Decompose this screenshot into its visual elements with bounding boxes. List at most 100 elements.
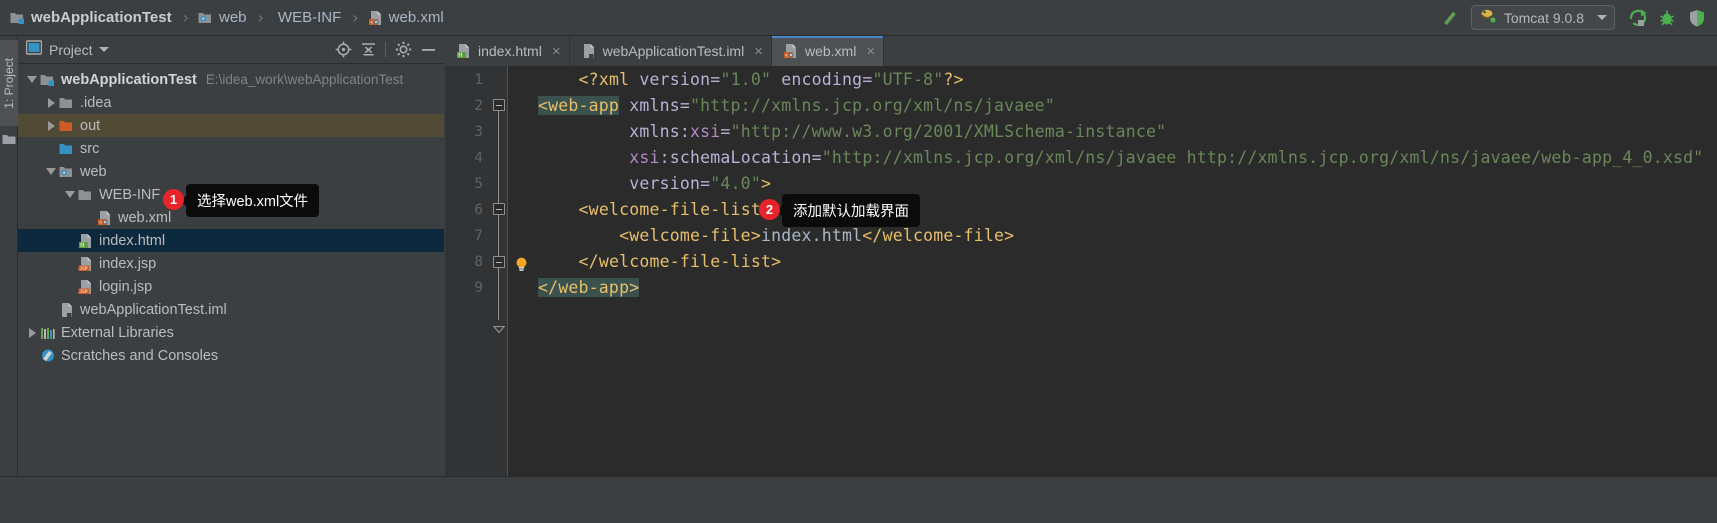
libraries-icon (40, 326, 56, 340)
code-token: :schemaLocation= (659, 148, 822, 167)
breadcrumb-item-web-inf[interactable]: WEB-INF (271, 0, 343, 35)
breadcrumb-item-label: webApplicationTest (31, 9, 172, 26)
tree-item-webapplicationtest[interactable]: webApplicationTest E:\idea_work\webApplic… (18, 68, 444, 91)
chevron-right-icon[interactable] (43, 120, 59, 131)
folder-icon[interactable] (2, 132, 16, 150)
run-toolbar: Tomcat 9.0.8 (1435, 0, 1717, 35)
code-token: "http://xmlns.jcp.org/xml/ns/javaee http… (821, 148, 1704, 167)
run-configuration-label: Tomcat 9.0.8 (1503, 9, 1584, 26)
project-tool-window: Project webApplicationTest E:\idea_work\… (18, 36, 444, 476)
tree-item-label: .idea (80, 94, 112, 111)
debug-bug-icon[interactable] (1653, 4, 1681, 32)
code-token: xmlns: (538, 122, 691, 141)
breadcrumb-item-web-xml[interactable]: < web.xml (366, 0, 446, 35)
tree-item-login-jsp[interactable]: JSP login.jsp (18, 275, 444, 298)
breadcrumb-item-webapplicationtest[interactable]: webApplicationTest (8, 0, 174, 35)
collapse-all-icon[interactable] (356, 38, 380, 62)
code-token: "UTF-8" (872, 70, 944, 89)
fold-marker-line2[interactable] (493, 99, 505, 111)
code-line: 7 <welcome-file>index.html</welcome-file… (445, 223, 1717, 249)
breadcrumb-separator: › (257, 8, 264, 27)
svg-text:H: H (80, 242, 84, 249)
coverage-shield-icon[interactable] (1683, 4, 1711, 32)
tree-item-label: login.jsp (99, 278, 153, 295)
line-number: 2 (474, 98, 483, 114)
chevron-right-icon[interactable] (43, 97, 59, 108)
tree-item-webapplicationtest-iml[interactable]: webApplicationTest.iml (18, 298, 444, 321)
html-file-icon: H (456, 43, 472, 59)
code-token: xsi (629, 148, 660, 167)
lightbulb-icon[interactable] (513, 256, 530, 273)
code-line: 5 version="4.0"> (445, 171, 1717, 197)
chevron-down-icon (1597, 15, 1607, 20)
editor-tab-label: web.xml (804, 43, 857, 59)
fold-marker-line6[interactable] (493, 203, 505, 215)
tree-item-label: webApplicationTest.iml (80, 301, 227, 318)
editor-tab-webapplicationtest-iml[interactable]: webApplicationTest.iml × (570, 36, 772, 66)
fold-marker-line8[interactable] (493, 256, 505, 268)
tree-item-label: src (80, 140, 100, 157)
code-token: version= (538, 174, 711, 193)
tree-item-index-jsp[interactable]: JSP index.jsp (18, 252, 444, 275)
bottom-status-strip (0, 476, 1717, 523)
breadcrumb-item-web[interactable]: web (196, 0, 249, 35)
folder-orange-icon (59, 119, 75, 133)
tree-item-label: WEB-INF (99, 186, 161, 203)
chevron-down-icon[interactable] (62, 191, 78, 198)
tree-item--idea[interactable]: .idea (18, 91, 444, 114)
code-token: = (720, 122, 731, 141)
chevron-right-icon[interactable] (24, 327, 40, 338)
tool-window-tab-project[interactable]: 1: Project (0, 40, 18, 126)
annotation-tooltip-1: 选择web.xml文件 (179, 184, 320, 217)
code-line: 1 <?xml version="1.0" encoding="UTF-8"?> (445, 67, 1717, 93)
breadcrumb-item-label: WEB-INF (277, 9, 342, 26)
code-token: <welcome-file> (619, 226, 761, 245)
tree-item-label: index.jsp (99, 255, 157, 272)
code-line-text: xsi:schemaLocation="http://xmlns.jcp.org… (538, 145, 1703, 171)
tree-item-out[interactable]: out (18, 114, 444, 137)
code-line: 4 xsi:schemaLocation="http://xmlns.jcp.o… (445, 145, 1717, 171)
hide-icon[interactable] (416, 38, 440, 62)
tree-item-scratches-and-consoles[interactable]: Scratches and Consoles (18, 344, 444, 367)
editor-tab-index-html[interactable]: Hindex.html × (445, 36, 570, 66)
project-tree[interactable]: webApplicationTest E:\idea_work\webApplic… (18, 65, 444, 476)
close-icon[interactable]: × (754, 44, 763, 59)
run-configuration-selector[interactable]: Tomcat 9.0.8 (1470, 5, 1615, 30)
tree-item-index-html[interactable]: Hindex.html (18, 229, 444, 252)
code-editor[interactable]: 1 <?xml version="1.0" encoding="UTF-8"?>… (445, 66, 1717, 476)
run-icon[interactable] (1623, 4, 1651, 32)
web-folder-icon (59, 165, 75, 179)
breadcrumb-item-label: web.xml (388, 9, 444, 26)
tree-item-src[interactable]: src (18, 137, 444, 160)
svg-text:<: < (99, 220, 102, 226)
code-line: 3 xmlns:xsi="http://www.w3.org/2001/XMLS… (445, 119, 1717, 145)
annotation-badge-2: 2 (759, 199, 780, 220)
line-number: 9 (474, 280, 483, 296)
hammer-icon[interactable] (1435, 4, 1463, 32)
annotation-badge-1: 1 (163, 189, 184, 210)
editor-tab-web-xml[interactable]: < web.xml × (771, 36, 885, 66)
code-token: <web-app (538, 96, 620, 115)
breadcrumb-item-label: web (218, 9, 247, 26)
xml-file-icon: < (783, 43, 799, 59)
code-token: encoding= (771, 70, 873, 89)
locate-icon[interactable] (331, 38, 355, 62)
tree-item-external-libraries[interactable]: External Libraries (18, 321, 444, 344)
code-token: "http://xmlns.jcp.org/xml/ns/javaee" (690, 96, 1055, 115)
close-icon[interactable]: × (552, 44, 561, 59)
close-icon[interactable]: × (866, 44, 875, 59)
chevron-down-icon[interactable] (43, 168, 59, 175)
code-token: xmlns= (619, 96, 691, 115)
chevron-down-icon[interactable] (24, 76, 40, 83)
tree-item-web[interactable]: web (18, 160, 444, 183)
chevron-down-icon[interactable] (98, 47, 109, 52)
code-line-text: </web-app> (538, 275, 640, 301)
code-token: "1.0" (720, 70, 772, 89)
tree-item-label: Scratches and Consoles (61, 347, 219, 364)
svg-text:JSP: JSP (79, 289, 88, 295)
gear-icon[interactable] (391, 38, 415, 62)
